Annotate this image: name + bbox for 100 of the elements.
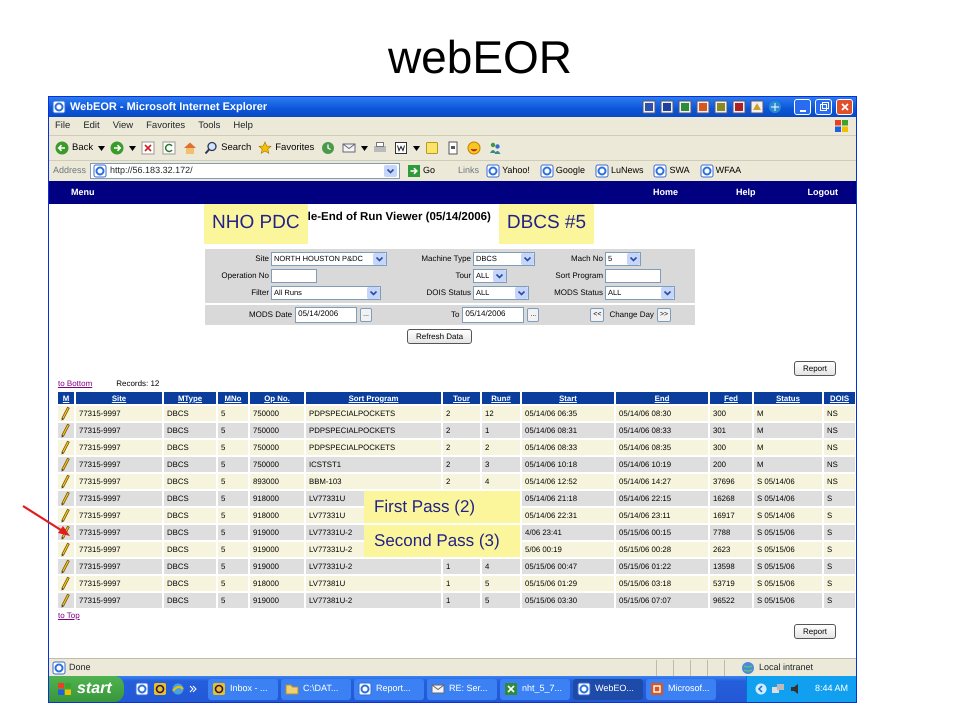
mail-app-icon[interactable] bbox=[153, 682, 167, 696]
maximize-button[interactable] bbox=[815, 99, 832, 115]
menu-item[interactable]: Tools bbox=[198, 118, 220, 134]
pencil-icon[interactable] bbox=[60, 406, 70, 421]
pencil-icon[interactable] bbox=[60, 508, 70, 523]
refresh-button[interactable]: Refresh Data bbox=[407, 329, 472, 344]
app-icon[interactable] bbox=[750, 100, 764, 114]
stop-icon[interactable] bbox=[141, 141, 156, 155]
field-label: Machine Type bbox=[420, 253, 472, 265]
pencil-icon[interactable] bbox=[60, 474, 70, 489]
input-field[interactable] bbox=[271, 269, 317, 283]
address-field[interactable]: http://56.183.32.172/ bbox=[90, 163, 400, 179]
app-icon[interactable] bbox=[678, 100, 692, 114]
taskbar-button[interactable]: RE: Ser... bbox=[427, 678, 497, 700]
close-button[interactable] bbox=[836, 99, 853, 115]
people-icon[interactable] bbox=[488, 141, 502, 155]
pencil-icon[interactable] bbox=[60, 457, 70, 472]
field-label: Site bbox=[254, 253, 270, 265]
toolbar-button[interactable]: Back bbox=[53, 140, 96, 156]
history-icon[interactable] bbox=[321, 141, 336, 155]
chevron-icon[interactable] bbox=[754, 683, 767, 695]
caret-icon bbox=[129, 146, 136, 150]
pencil-icon[interactable] bbox=[60, 593, 70, 608]
browser-icon bbox=[540, 164, 554, 178]
link-button[interactable]: WFAA bbox=[696, 164, 744, 178]
close-icon bbox=[838, 101, 850, 113]
to-top-link[interactable]: to Top bbox=[58, 610, 80, 622]
pencil-icon[interactable] bbox=[60, 491, 70, 506]
date-field[interactable]: 05/14/2006 bbox=[462, 307, 524, 323]
printer-icon[interactable] bbox=[373, 141, 388, 155]
pencil-icon[interactable] bbox=[60, 559, 70, 574]
clock: 8:44 AM bbox=[814, 682, 848, 696]
taskbar-button[interactable]: Report... bbox=[354, 678, 424, 700]
date-field[interactable]: 05/14/2006 bbox=[295, 307, 358, 323]
app-icon[interactable] bbox=[768, 100, 782, 114]
document-icon[interactable] bbox=[394, 141, 408, 155]
mail-icon bbox=[431, 682, 445, 696]
chevron-icon[interactable] bbox=[189, 685, 197, 693]
mail-icon[interactable] bbox=[342, 141, 356, 155]
link-button[interactable]: Yahoo! bbox=[483, 164, 533, 178]
taskbar-button[interactable]: Microsof... bbox=[646, 678, 716, 700]
link-button[interactable]: Google bbox=[536, 164, 588, 178]
slide-title: webEOR bbox=[388, 34, 572, 80]
nav-link[interactable]: Home bbox=[652, 186, 678, 200]
taskbar-button[interactable]: Inbox - ... bbox=[208, 678, 278, 700]
browser-icon bbox=[700, 164, 714, 178]
smiley-icon[interactable] bbox=[467, 141, 482, 155]
link-button[interactable]: SWA bbox=[650, 164, 693, 178]
callout-label: Second Pass (3) bbox=[364, 525, 520, 557]
field-label: MODS Date bbox=[249, 309, 292, 321]
links-label: Links bbox=[458, 164, 480, 178]
browser-icon[interactable] bbox=[135, 682, 149, 696]
field-label: Tour bbox=[454, 270, 472, 282]
app-icon[interactable] bbox=[714, 100, 728, 114]
report-button[interactable]: Report bbox=[794, 361, 836, 376]
nav-link[interactable]: Menu bbox=[71, 186, 94, 200]
to-bottom-link[interactable]: to Bottom bbox=[58, 378, 92, 390]
menu-item[interactable]: Help bbox=[233, 118, 253, 134]
taskbar-button[interactable]: C:\DAT... bbox=[281, 678, 351, 700]
spreadsheet-icon bbox=[504, 682, 518, 696]
pencil-icon[interactable] bbox=[60, 440, 70, 455]
menu-item[interactable]: View bbox=[112, 118, 134, 134]
address-label: Address bbox=[53, 164, 86, 178]
minimize-button[interactable] bbox=[794, 99, 811, 115]
star-icon bbox=[258, 141, 272, 155]
taskbar-button[interactable]: WebEO... bbox=[573, 678, 643, 700]
nav-link[interactable]: Logout bbox=[808, 186, 838, 200]
nav-link[interactable]: Help bbox=[736, 186, 756, 200]
maximize-icon bbox=[818, 101, 830, 113]
toolbar-button[interactable]: Search bbox=[202, 140, 254, 156]
pencil-icon[interactable] bbox=[60, 576, 70, 591]
home-icon[interactable] bbox=[183, 141, 198, 155]
pencil-icon[interactable] bbox=[60, 423, 70, 438]
menu-item[interactable]: File bbox=[55, 118, 70, 134]
app-icon[interactable] bbox=[696, 100, 710, 114]
mail-app-icon bbox=[212, 682, 226, 696]
refresh-icon[interactable] bbox=[162, 141, 176, 155]
menu-item[interactable]: Edit bbox=[83, 118, 100, 134]
browser-icon bbox=[653, 164, 668, 178]
launcher-icon[interactable] bbox=[171, 682, 185, 696]
windows-logo-icon bbox=[834, 119, 850, 133]
callout-label: First Pass (2) bbox=[364, 491, 520, 523]
browser-icon bbox=[594, 164, 609, 178]
browser-icon bbox=[577, 682, 591, 696]
taskbar-button[interactable]: nht_5_7... bbox=[500, 678, 570, 700]
app-icon[interactable] bbox=[642, 100, 656, 114]
pencil-icon[interactable] bbox=[60, 542, 70, 557]
page-icon[interactable] bbox=[446, 141, 460, 155]
toolbar-button[interactable]: Favorites bbox=[256, 140, 316, 156]
app-icon[interactable] bbox=[732, 100, 746, 114]
callout-label: DBCS #5 bbox=[498, 204, 594, 244]
forward-icon[interactable] bbox=[110, 141, 124, 155]
input-field[interactable] bbox=[605, 269, 661, 283]
menu-item[interactable]: Favorites bbox=[146, 118, 186, 134]
link-button[interactable]: LuNews bbox=[592, 164, 646, 178]
go-button[interactable]: Go bbox=[404, 164, 438, 178]
report-button[interactable]: Report bbox=[794, 624, 836, 639]
field-label: Operation No bbox=[220, 270, 270, 282]
field-label: Mach No bbox=[570, 253, 604, 265]
app-icon[interactable] bbox=[660, 100, 674, 114]
